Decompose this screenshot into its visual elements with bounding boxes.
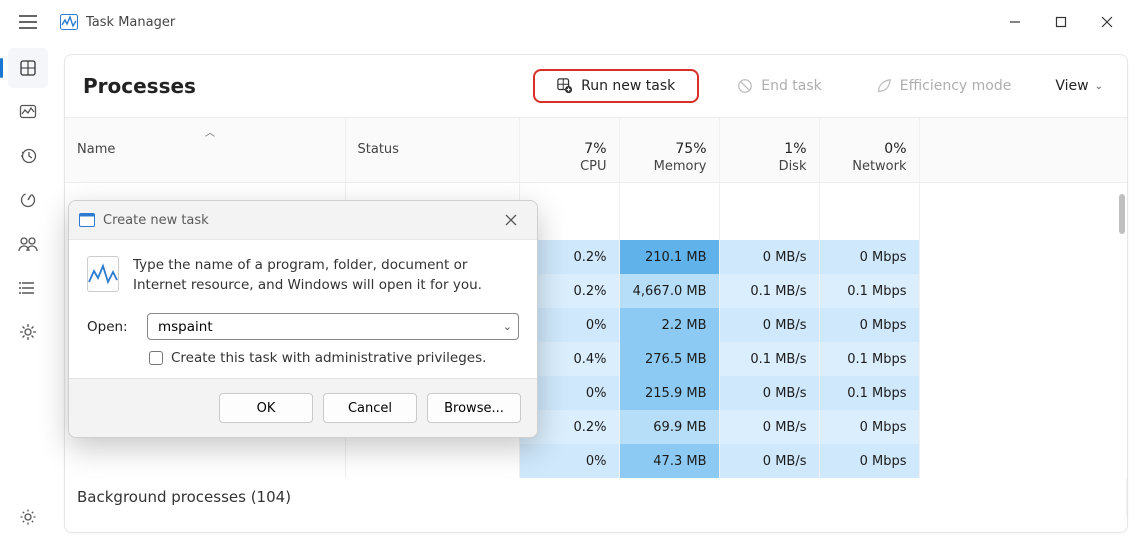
cell-memory: 2.2 MB [619,308,719,342]
column-header-status[interactable]: Status [345,118,519,182]
hamburger-icon [19,15,37,29]
end-task-button[interactable]: End task [721,70,838,102]
end-task-icon [737,78,753,94]
maximize-button[interactable] [1038,6,1084,38]
cell-network: 0.1 Mbps [819,376,919,410]
cell-memory: 4,667.0 MB [619,274,719,308]
column-header-network[interactable]: 0%Network [819,118,919,182]
table-row[interactable]: 0%47.3 MB0 MB/s0 Mbps [65,444,1127,478]
close-window-button[interactable] [1084,6,1130,38]
ok-button[interactable]: OK [219,393,313,423]
run-dialog-icon [79,213,95,227]
view-button[interactable]: View ⌄ [1049,72,1109,100]
dialog-app-icon [87,256,119,292]
cell-disk: 0 MB/s [719,376,819,410]
startup-icon [19,191,37,209]
cell-name [65,444,345,478]
services-icon [19,323,37,341]
details-icon [19,279,37,297]
cell-disk: 0 MB/s [719,308,819,342]
group-background-processes[interactable]: Background processes (104) [65,478,1127,516]
chevron-down-icon: ⌄ [503,320,512,333]
minimize-button[interactable] [992,6,1038,38]
cell-network: 0.1 Mbps [819,342,919,376]
cell-disk: 0.1 MB/s [719,342,819,376]
history-icon [19,147,37,165]
create-new-task-dialog: Create new task Type the name of a progr… [68,200,538,438]
cell-memory: 276.5 MB [619,342,719,376]
processes-icon [19,59,37,77]
dialog-title: Create new task [103,213,209,228]
open-input[interactable] [156,318,503,336]
end-task-label: End task [761,78,822,94]
sidebar-item-performance[interactable] [8,92,48,132]
cancel-button[interactable]: Cancel [323,393,417,423]
sidebar-item-settings[interactable] [8,497,48,537]
sidebar-item-startup[interactable] [8,180,48,220]
sort-indicator-icon: ︿ [205,124,215,139]
dialog-message: Type the name of a program, folder, docu… [133,256,519,295]
sidebar-item-details[interactable] [8,268,48,308]
efficiency-mode-button[interactable]: Efficiency mode [860,70,1028,102]
column-header-cpu[interactable]: 7%CPU [519,118,619,182]
view-label: View [1055,78,1088,94]
cell-disk: 0.1 MB/s [719,274,819,308]
scrollbar[interactable] [1119,194,1125,234]
cell-status [345,444,519,478]
open-combobox[interactable]: ⌄ [147,313,519,340]
cell-disk: 0 MB/s [719,444,819,478]
app-icon [60,14,78,30]
admin-checkbox-label: Create this task with administrative pri… [171,350,486,366]
cell-memory: 69.9 MB [619,410,719,444]
leaf-icon [876,78,892,94]
sidebar-item-users[interactable] [8,224,48,264]
page-title: Processes [83,74,196,98]
column-header-disk[interactable]: 1%Disk [719,118,819,182]
sidebar-item-app-history[interactable] [8,136,48,176]
admin-checkbox[interactable] [149,351,163,365]
cell-network: 0 Mbps [819,308,919,342]
efficiency-mode-label: Efficiency mode [900,78,1012,94]
cell-memory: 210.1 MB [619,240,719,274]
cell-memory: 47.3 MB [619,444,719,478]
cell-network: 0 Mbps [819,444,919,478]
open-label: Open: [87,319,133,335]
app-title: Task Manager [86,15,175,30]
column-header-memory[interactable]: 75%Memory [619,118,719,182]
run-task-icon [557,78,573,94]
cell-disk: 0 MB/s [719,410,819,444]
browse-button[interactable]: Browse... [427,393,521,423]
gear-icon [19,508,37,526]
close-icon [505,214,517,226]
cell-disk: 0 MB/s [719,240,819,274]
users-icon [18,235,38,253]
cell-network: 0.1 Mbps [819,274,919,308]
performance-icon [19,103,37,121]
run-new-task-button[interactable]: Run new task [533,69,699,103]
dialog-close-button[interactable] [495,206,527,234]
run-new-task-label: Run new task [581,78,675,94]
hamburger-button[interactable] [8,2,48,42]
cell-cpu: 0% [519,444,619,478]
titlebar: Task Manager [0,0,1138,44]
window-controls [992,6,1130,38]
sidebar [0,44,56,537]
cell-memory: 215.9 MB [619,376,719,410]
cell-network: 0 Mbps [819,410,919,444]
sidebar-item-services[interactable] [8,312,48,352]
cell-network: 0 Mbps [819,240,919,274]
chevron-down-icon: ⌄ [1095,81,1103,92]
sidebar-item-processes[interactable] [8,48,48,88]
